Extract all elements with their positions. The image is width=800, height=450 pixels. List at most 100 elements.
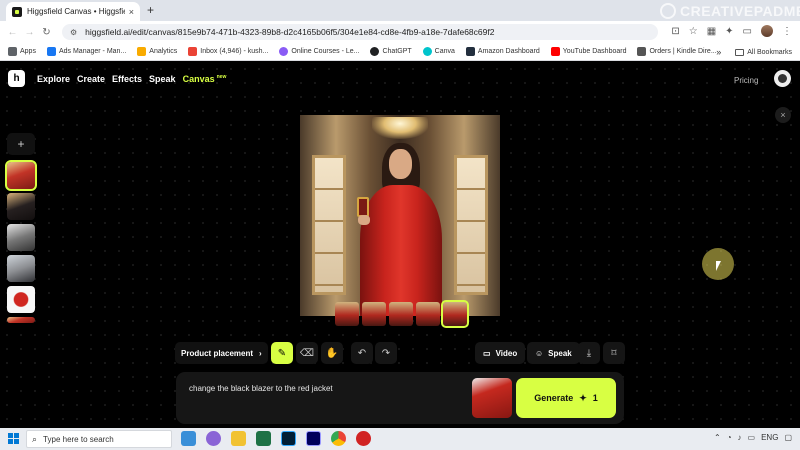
volume-icon[interactable]: ♪ [738, 433, 742, 442]
reference-image[interactable] [472, 378, 512, 418]
hand-icon[interactable]: ✋ [321, 342, 343, 364]
variation-thumbnail[interactable] [416, 302, 440, 326]
bookmark-ads-manager[interactable]: Ads Manager - Man... [46, 47, 127, 56]
variation-thumbnail[interactable] [335, 302, 359, 326]
bookmark-youtube[interactable]: YouTube Dashboard [550, 47, 626, 56]
browser-menu-icon[interactable]: ⋮ [782, 26, 792, 37]
extensions-puzzle-icon[interactable]: ✦ [725, 26, 733, 37]
install-app-icon[interactable]: ⊡ [671, 26, 679, 37]
bookmark-apps[interactable]: Apps [8, 47, 36, 56]
speak-button[interactable]: ☺ Speak [527, 342, 580, 364]
task-view-icon[interactable] [181, 431, 196, 446]
analytics-icon [137, 47, 147, 56]
generate-label: Generate [534, 393, 574, 403]
nav-speak[interactable]: Speak [149, 74, 176, 84]
variations-filmstrip [335, 300, 469, 328]
system-tray: ⌃ ◔ ♪ ▭ ENG ▢ [714, 433, 792, 442]
tab-close-icon[interactable]: × [129, 7, 134, 17]
taskbar-search[interactable]: ⌕ Type here to search [26, 430, 172, 448]
eraser-icon[interactable]: ⌫ [296, 342, 318, 364]
windows-start-icon[interactable] [8, 433, 19, 444]
photoshop-icon[interactable] [281, 431, 296, 446]
history-thumbnail[interactable] [5, 160, 37, 191]
bookmark-label: Canva [434, 48, 455, 55]
bookmark-chatgpt[interactable]: ChatGPT [370, 47, 412, 56]
extension-icon[interactable]: ▦ [707, 26, 716, 37]
history-thumbnail[interactable] [7, 193, 35, 220]
bookmark-icon[interactable]: ⌑ [603, 342, 625, 364]
site-info-icon[interactable]: ⚙ [70, 28, 77, 37]
bookmark-star-icon[interactable]: ☆ [689, 26, 698, 37]
app-icon[interactable] [206, 431, 221, 446]
split-view-icon[interactable]: ▭ [743, 26, 752, 37]
speak-person-icon: ☺ [535, 348, 544, 358]
canvas-image[interactable] [300, 115, 500, 316]
bookmarks-right: » All Bookmarks [716, 47, 792, 57]
nav-effects[interactable]: Effects [112, 74, 142, 84]
bookmark-label: Orders | Kindle Dire... [649, 48, 717, 55]
brush-icon[interactable]: ✎ [271, 342, 293, 364]
watermark-text: CREATIVEPADMEDIA [680, 3, 800, 19]
excel-icon[interactable] [256, 431, 271, 446]
undo-icon[interactable]: ↶ [351, 342, 373, 364]
add-image-button[interactable]: + [7, 133, 35, 155]
new-tab-button[interactable]: + [147, 3, 154, 17]
language-indicator[interactable]: ENG [761, 433, 778, 442]
bookmark-analytics[interactable]: Analytics [137, 47, 177, 56]
redo-icon[interactable]: ↷ [375, 342, 397, 364]
close-icon[interactable]: × [775, 107, 791, 123]
variation-thumbnail[interactable] [362, 302, 386, 326]
bookmark-label: Amazon Dashboard [477, 48, 540, 55]
battery-icon[interactable]: ▭ [748, 433, 756, 442]
chrome-icon[interactable] [331, 431, 346, 446]
browser-toolbar: ← → ↻ ⚙ higgsfield.ai/edit/canvas/815e9b… [0, 21, 800, 43]
premiere-icon[interactable] [306, 431, 321, 446]
address-bar[interactable]: ⚙ higgsfield.ai/edit/canvas/815e9b74-471… [62, 24, 658, 40]
browser-tab[interactable]: Higgsfield Canvas • Higgsfield × [6, 2, 140, 21]
mouse-cursor-icon [716, 261, 726, 271]
variation-thumbnail[interactable] [389, 302, 413, 326]
video-button[interactable]: ▭ Video [475, 342, 526, 364]
back-arrow-icon[interactable]: ← [4, 27, 21, 38]
bookmark-gmail-inbox[interactable]: Inbox (4,946) - kush... [188, 47, 268, 56]
search-icon: ⌕ [32, 433, 38, 444]
higgsfield-logo-icon[interactable]: h [8, 70, 25, 87]
bookmark-online-courses[interactable]: Online Courses - Le... [279, 47, 359, 56]
tray-chevron-icon[interactable]: ⌃ [714, 433, 721, 442]
history-thumbnail[interactable] [7, 224, 35, 251]
courses-icon [279, 47, 289, 56]
bookmark-canva[interactable]: Canva [422, 47, 455, 56]
history-thumbnail[interactable] [7, 317, 35, 323]
wifi-icon[interactable]: ◔ [727, 433, 732, 442]
history-thumbnail[interactable] [7, 255, 35, 282]
tab-title: Higgsfield Canvas • Higgsfield [27, 7, 125, 16]
nav-canvas[interactable]: Canvas new [183, 74, 227, 84]
notification-icon[interactable]: ▢ [784, 433, 792, 442]
download-icon[interactable]: ⤓ [578, 342, 600, 364]
mode-selector[interactable]: Product placement › [175, 342, 268, 364]
bookmark-label: Ads Manager - Man... [58, 48, 127, 55]
generate-button[interactable]: Generate ✦ 1 [516, 378, 616, 418]
reload-icon[interactable]: ↻ [38, 27, 55, 38]
variation-thumbnail[interactable] [441, 300, 469, 328]
history-thumbnail[interactable] [7, 286, 35, 313]
nav-explore[interactable]: Explore [37, 74, 70, 84]
prompt-input[interactable]: change the black blazer to the red jacke… [189, 384, 333, 393]
bookmark-kindle[interactable]: Orders | Kindle Dire... [637, 47, 717, 56]
pricing-link[interactable]: Pricing [734, 76, 758, 85]
recorder-icon[interactable] [356, 431, 371, 446]
all-bookmarks-link[interactable]: All Bookmarks [747, 49, 792, 56]
taskbar-apps [181, 431, 371, 446]
bookmark-amazon[interactable]: Amazon Dashboard [465, 47, 540, 56]
watermark-logo-icon [660, 3, 676, 19]
user-avatar[interactable] [774, 70, 791, 87]
forward-arrow-icon[interactable]: → [21, 27, 38, 38]
bookmark-label: Inbox (4,946) - kush... [200, 48, 269, 55]
profile-avatar[interactable] [761, 25, 773, 37]
nav-create[interactable]: Create [77, 74, 105, 84]
folder-icon [735, 48, 745, 56]
apps-grid-icon [8, 47, 17, 56]
bookmarks-overflow-icon[interactable]: » [716, 47, 721, 57]
bookmark-label: ChatGPT [382, 48, 412, 55]
file-explorer-icon[interactable] [231, 431, 246, 446]
